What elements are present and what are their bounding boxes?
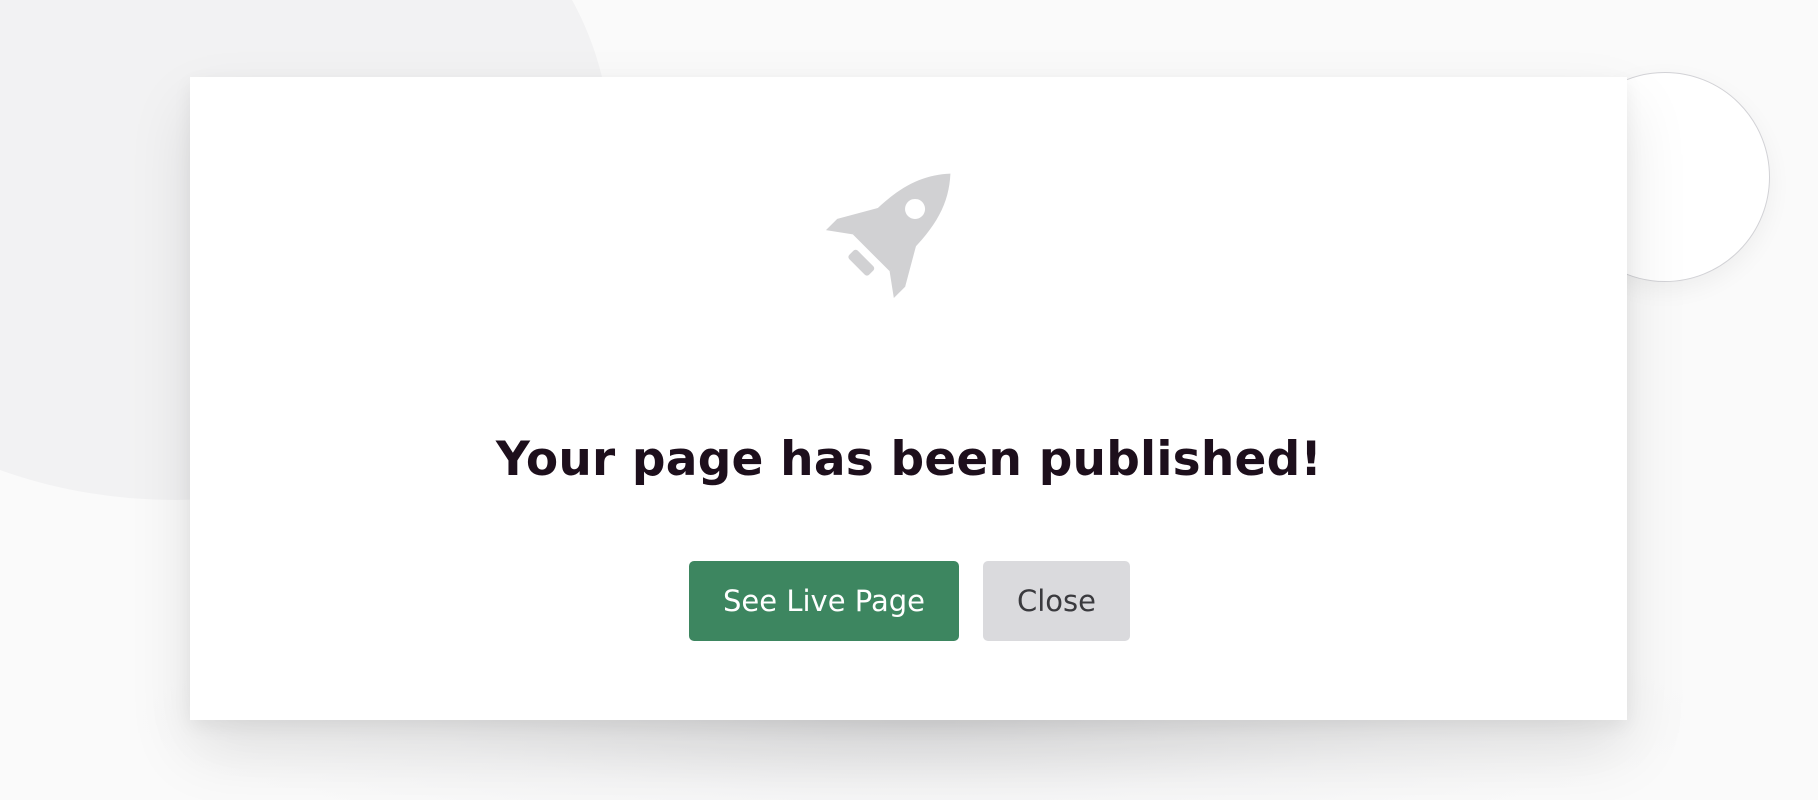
rocket-icon [803,149,979,317]
close-button[interactable]: Close [983,561,1130,641]
see-live-page-button[interactable]: See Live Page [689,561,959,641]
dialog-title: Your page has been published! [495,432,1323,487]
